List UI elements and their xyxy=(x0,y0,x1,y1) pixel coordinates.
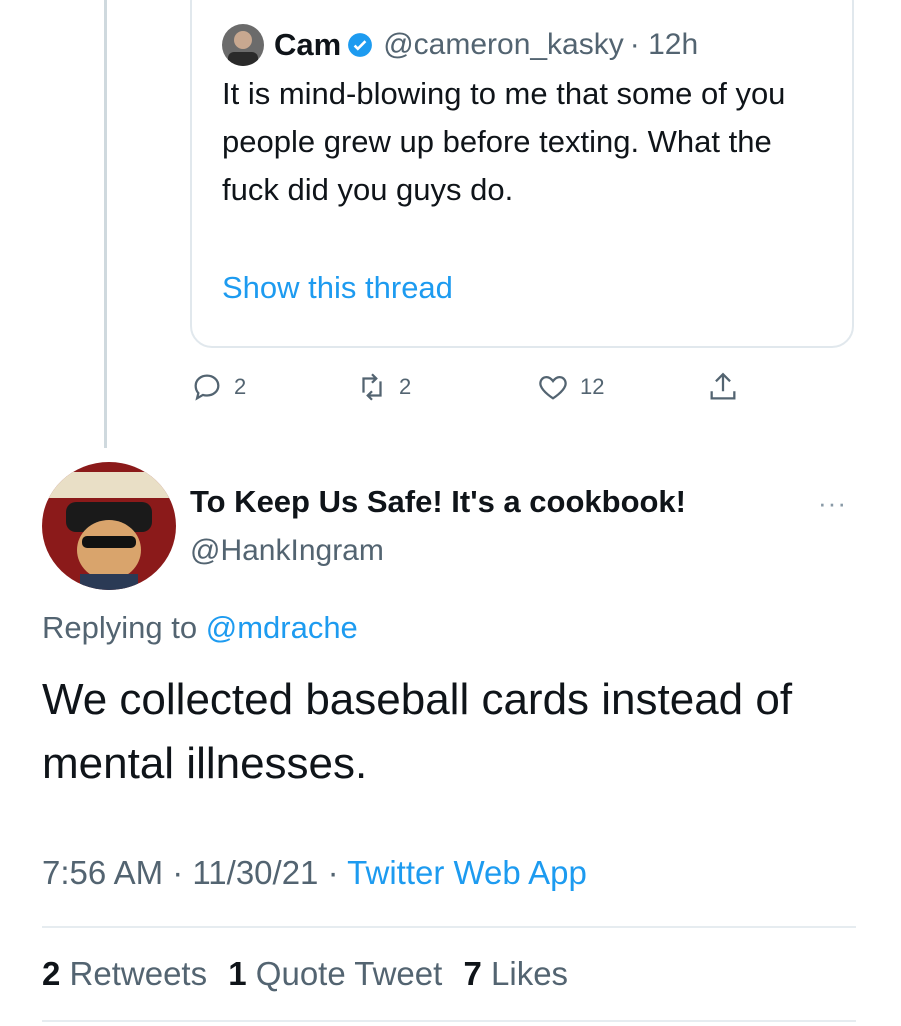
retweets-stat[interactable]: 2 Retweets xyxy=(42,955,207,992)
divider xyxy=(42,1020,856,1022)
tweet-meta: 7:56 AM · 11/30/21 · Twitter Web App xyxy=(42,854,587,892)
quoted-time: · 12h xyxy=(629,28,699,61)
quotes-stat[interactable]: 1 Quote Tweet xyxy=(228,955,442,992)
quoted-avatar[interactable] xyxy=(222,24,264,66)
quotes-count: 1 xyxy=(228,955,247,992)
tweet-source-app[interactable]: Twitter Web App xyxy=(347,854,587,891)
like-icon xyxy=(539,375,567,400)
verified-icon xyxy=(348,33,373,57)
retweet-count: 2 xyxy=(399,374,412,399)
retweets-count: 2 xyxy=(42,955,61,992)
likes-count: 7 xyxy=(463,955,482,992)
tweet-actions: 2 2 12 xyxy=(190,370,770,410)
author-avatar[interactable] xyxy=(42,462,176,590)
share-button[interactable] xyxy=(706,370,740,404)
share-icon xyxy=(710,372,736,400)
thread-line xyxy=(104,0,107,448)
quoted-display-name[interactable]: Cam xyxy=(274,27,341,63)
likes-stat[interactable]: 7 Likes xyxy=(463,955,568,992)
replying-to: Replying to @mdrache xyxy=(42,610,358,646)
tweet-stats: 2 Retweets 1 Quote Tweet 7 Likes xyxy=(42,955,568,993)
author-handle[interactable]: @HankIngram xyxy=(190,534,384,568)
likes-label: Likes xyxy=(491,955,569,992)
reply-icon xyxy=(194,374,220,401)
quoted-tweet-card[interactable]: Cam @cameron_kasky · 12h It is mind-blow… xyxy=(190,0,854,348)
tweet-text: We collected baseball cards instead of m… xyxy=(42,675,793,788)
reply-count: 2 xyxy=(234,374,247,399)
reply-button[interactable]: 2 xyxy=(190,370,246,404)
quoted-tweet-text: It is mind-blowing to me that some of yo… xyxy=(222,76,786,207)
replying-prefix: Replying to xyxy=(42,610,198,645)
quoted-handle[interactable]: @cameron_kasky xyxy=(383,28,624,62)
divider xyxy=(42,926,856,928)
show-thread-link[interactable]: Show this thread xyxy=(222,270,453,306)
retweet-button[interactable]: 2 xyxy=(355,370,411,404)
more-icon[interactable]: ··· xyxy=(818,488,847,519)
retweets-label: Retweets xyxy=(69,955,208,992)
retweet-icon xyxy=(362,373,382,401)
tweet-timestamp[interactable]: 7:56 AM · 11/30/21 · xyxy=(42,854,339,891)
author-display-name[interactable]: To Keep Us Safe! It's a cookbook! xyxy=(190,484,686,520)
quotes-label: Quote Tweet xyxy=(255,955,443,992)
quoted-tweet-header: Cam @cameron_kasky · 12h xyxy=(222,24,698,66)
like-button[interactable]: 12 xyxy=(536,370,604,404)
replying-mention[interactable]: @mdrache xyxy=(206,610,358,645)
like-count: 12 xyxy=(580,374,605,399)
